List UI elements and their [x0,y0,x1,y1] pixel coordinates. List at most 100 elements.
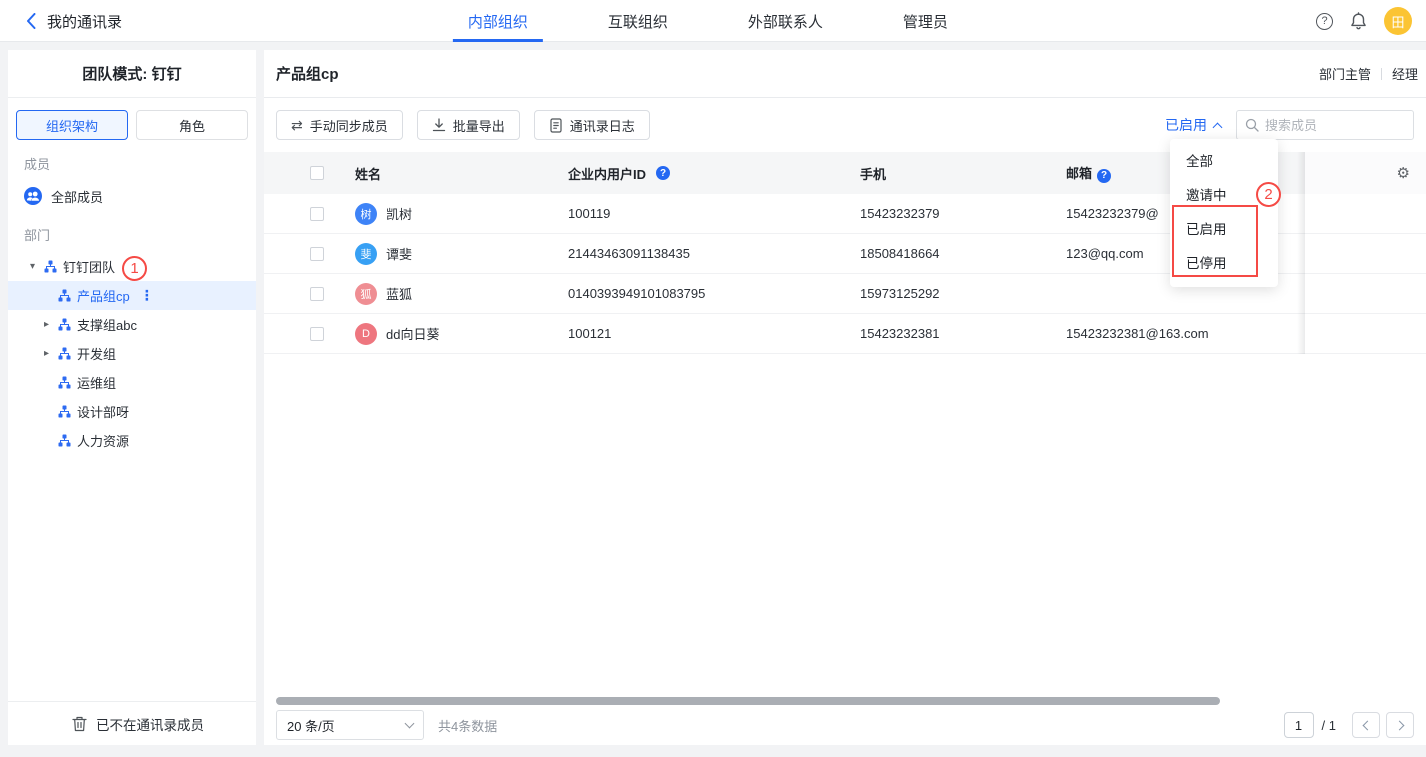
back-nav[interactable]: 我的通讯录 [26,0,122,42]
main-header: 产品组cp 部门主管 经理 [264,50,1426,98]
row-checkbox[interactable] [310,287,324,301]
sidebar-item-all-members[interactable]: 全部成员 [8,181,256,211]
sync-icon: ⇄ [291,118,303,132]
tab-internal-org[interactable]: 内部组织 [453,0,543,42]
tab-connected-org[interactable]: 互联组织 [593,0,683,42]
tree-item-label: 支撑组abc [77,315,137,334]
column-header-label: 企业内用户ID [568,164,646,183]
tree-item-label: 人力资源 [77,431,129,450]
row-checkbox[interactable] [310,327,324,341]
dept-manager-link[interactable]: 部门主管 [1319,64,1371,83]
status-filter[interactable]: 已启用 [1165,115,1221,135]
dropdown-item-全部[interactable]: 全部 [1170,145,1278,179]
row-checkbox-cell [264,327,355,341]
tab-roles[interactable]: 角色 [136,110,248,140]
phone-cell: 15973125292 [860,286,1066,301]
tree-item-product-group-cp[interactable]: 产品组cp⋮ [8,281,256,310]
tree-item-label: 设计部呀 [77,402,129,421]
email-cell: 15423232381@163.com [1066,326,1305,341]
contact-log-label: 通讯录日志 [570,116,635,135]
tab-admin[interactable]: 管理员 [888,0,963,42]
column-settings-icon[interactable]: ⚙ [1397,166,1410,181]
chevron-up-icon [1213,122,1223,132]
status-filter-value: 已启用 [1165,115,1207,135]
org-hierarchy-icon [58,289,72,302]
team-mode-header: 团队模式: 钉钉 [8,50,256,98]
org-hierarchy-icon [58,434,72,447]
caret-right-icon[interactable]: ▸ [44,348,58,359]
horizontal-scrollbar-thumb[interactable] [276,697,1220,705]
member-name: 谭斐 [386,244,412,263]
page-size-select[interactable]: 20 条/页 [276,710,424,740]
name-cell: 狐蓝狐 [355,283,568,305]
help-question-icon[interactable]: ? [656,166,670,180]
tree-item-support-group-abc[interactable]: ▸ 支撑组abc [8,310,256,339]
tab-external-contacts[interactable]: 外部联系人 [733,0,838,42]
tab-org-structure[interactable]: 组织架构 [16,110,128,140]
name-cell: 斐谭斐 [355,243,568,265]
search-icon [1245,118,1259,132]
download-icon [432,118,446,132]
manual-sync-button[interactable]: ⇄ 手动同步成员 [276,110,403,140]
phone-cell: 15423232379 [860,206,1066,221]
tree-item-hr[interactable]: 人力资源 [8,426,256,455]
member-name: 凯树 [386,204,412,223]
main-panel: 产品组cp 部门主管 经理 ⇄ 手动同步成员 批量导出 通讯录日志 已启用 [264,50,1426,745]
name-cell: Ddd向日葵 [355,323,568,345]
manager-link[interactable]: 经理 [1392,64,1418,83]
org-hierarchy-icon [44,260,58,273]
tree-item-design-dept[interactable]: 设计部呀 [8,397,256,426]
batch-export-button[interactable]: 批量导出 [417,110,520,140]
org-hierarchy-icon [58,405,72,418]
help-question-icon[interactable]: ? [1097,169,1111,183]
caret-down-icon[interactable]: ▾ [30,261,44,272]
page-size-value: 20 条/页 [287,716,335,735]
role-links-divider [1381,68,1382,80]
member-avatar: 树 [355,203,377,225]
table-row[interactable]: Ddd向日葵1001211542323238115423232381@163.c… [264,314,1426,354]
header-settings-cell: ⚙ [1305,152,1426,194]
member-avatar: D [355,323,377,345]
back-chevron-icon[interactable] [26,13,36,29]
contact-log-button[interactable]: 通讯录日志 [534,110,650,140]
nav-tabs: 内部组织 互联组织 外部联系人 管理员 [453,0,963,42]
column-header-id: 企业内用户ID? [568,164,860,183]
tree-item-ops-group[interactable]: 运维组 [8,368,256,397]
caret-right-icon[interactable]: ▸ [44,319,58,330]
sidebar-item-removed-members[interactable]: 已不在通讯录成员 [8,701,256,745]
more-actions-icon[interactable]: ⋮ [140,287,154,304]
row-checkbox[interactable] [310,207,324,221]
tree-item-dev-group[interactable]: ▸开发组 [8,339,256,368]
members-group-icon [24,187,42,205]
page-count-label: / 1 [1322,718,1336,733]
dept-tree: ▾钉钉团队产品组cp⋮▸支撑组abc▸开发组运维组设计部呀人力资源 [8,252,256,455]
user-id-cell: 0140393949101083795 [568,286,860,301]
members-section-label: 成员 [24,154,256,173]
row-checkbox-cell [264,207,355,221]
annotation-step-2: 2 [1256,182,1281,207]
search-box [1236,110,1414,140]
search-input[interactable] [1265,118,1405,133]
org-hierarchy-icon [58,318,72,331]
org-hierarchy-icon [58,376,72,389]
select-all-checkbox[interactable] [310,166,324,180]
member-name: dd向日葵 [386,324,439,343]
user-avatar[interactable]: 田 [1384,7,1412,35]
help-icon[interactable]: ? [1316,13,1333,30]
page-number-input[interactable] [1284,712,1314,738]
user-id-cell: 100121 [568,326,860,341]
nav-right-icons: ? 田 [1316,0,1412,42]
prev-page-button[interactable] [1352,712,1380,738]
next-page-button[interactable] [1386,712,1414,738]
row-checkbox[interactable] [310,247,324,261]
phone-cell: 15423232381 [860,326,1066,341]
batch-export-label: 批量导出 [453,116,505,135]
column-header-name: 姓名 [355,164,568,183]
role-links: 部门主管 经理 [1319,64,1418,83]
user-id-cell: 21443463091138435 [568,246,860,261]
header-checkbox-cell [264,166,355,180]
top-navbar: 我的通讯录 内部组织 互联组织 外部联系人 管理员 ? 田 [0,0,1426,42]
chevron-right-icon [1394,720,1404,730]
dept-title: 产品组cp [276,63,339,84]
bell-icon[interactable] [1350,12,1367,30]
